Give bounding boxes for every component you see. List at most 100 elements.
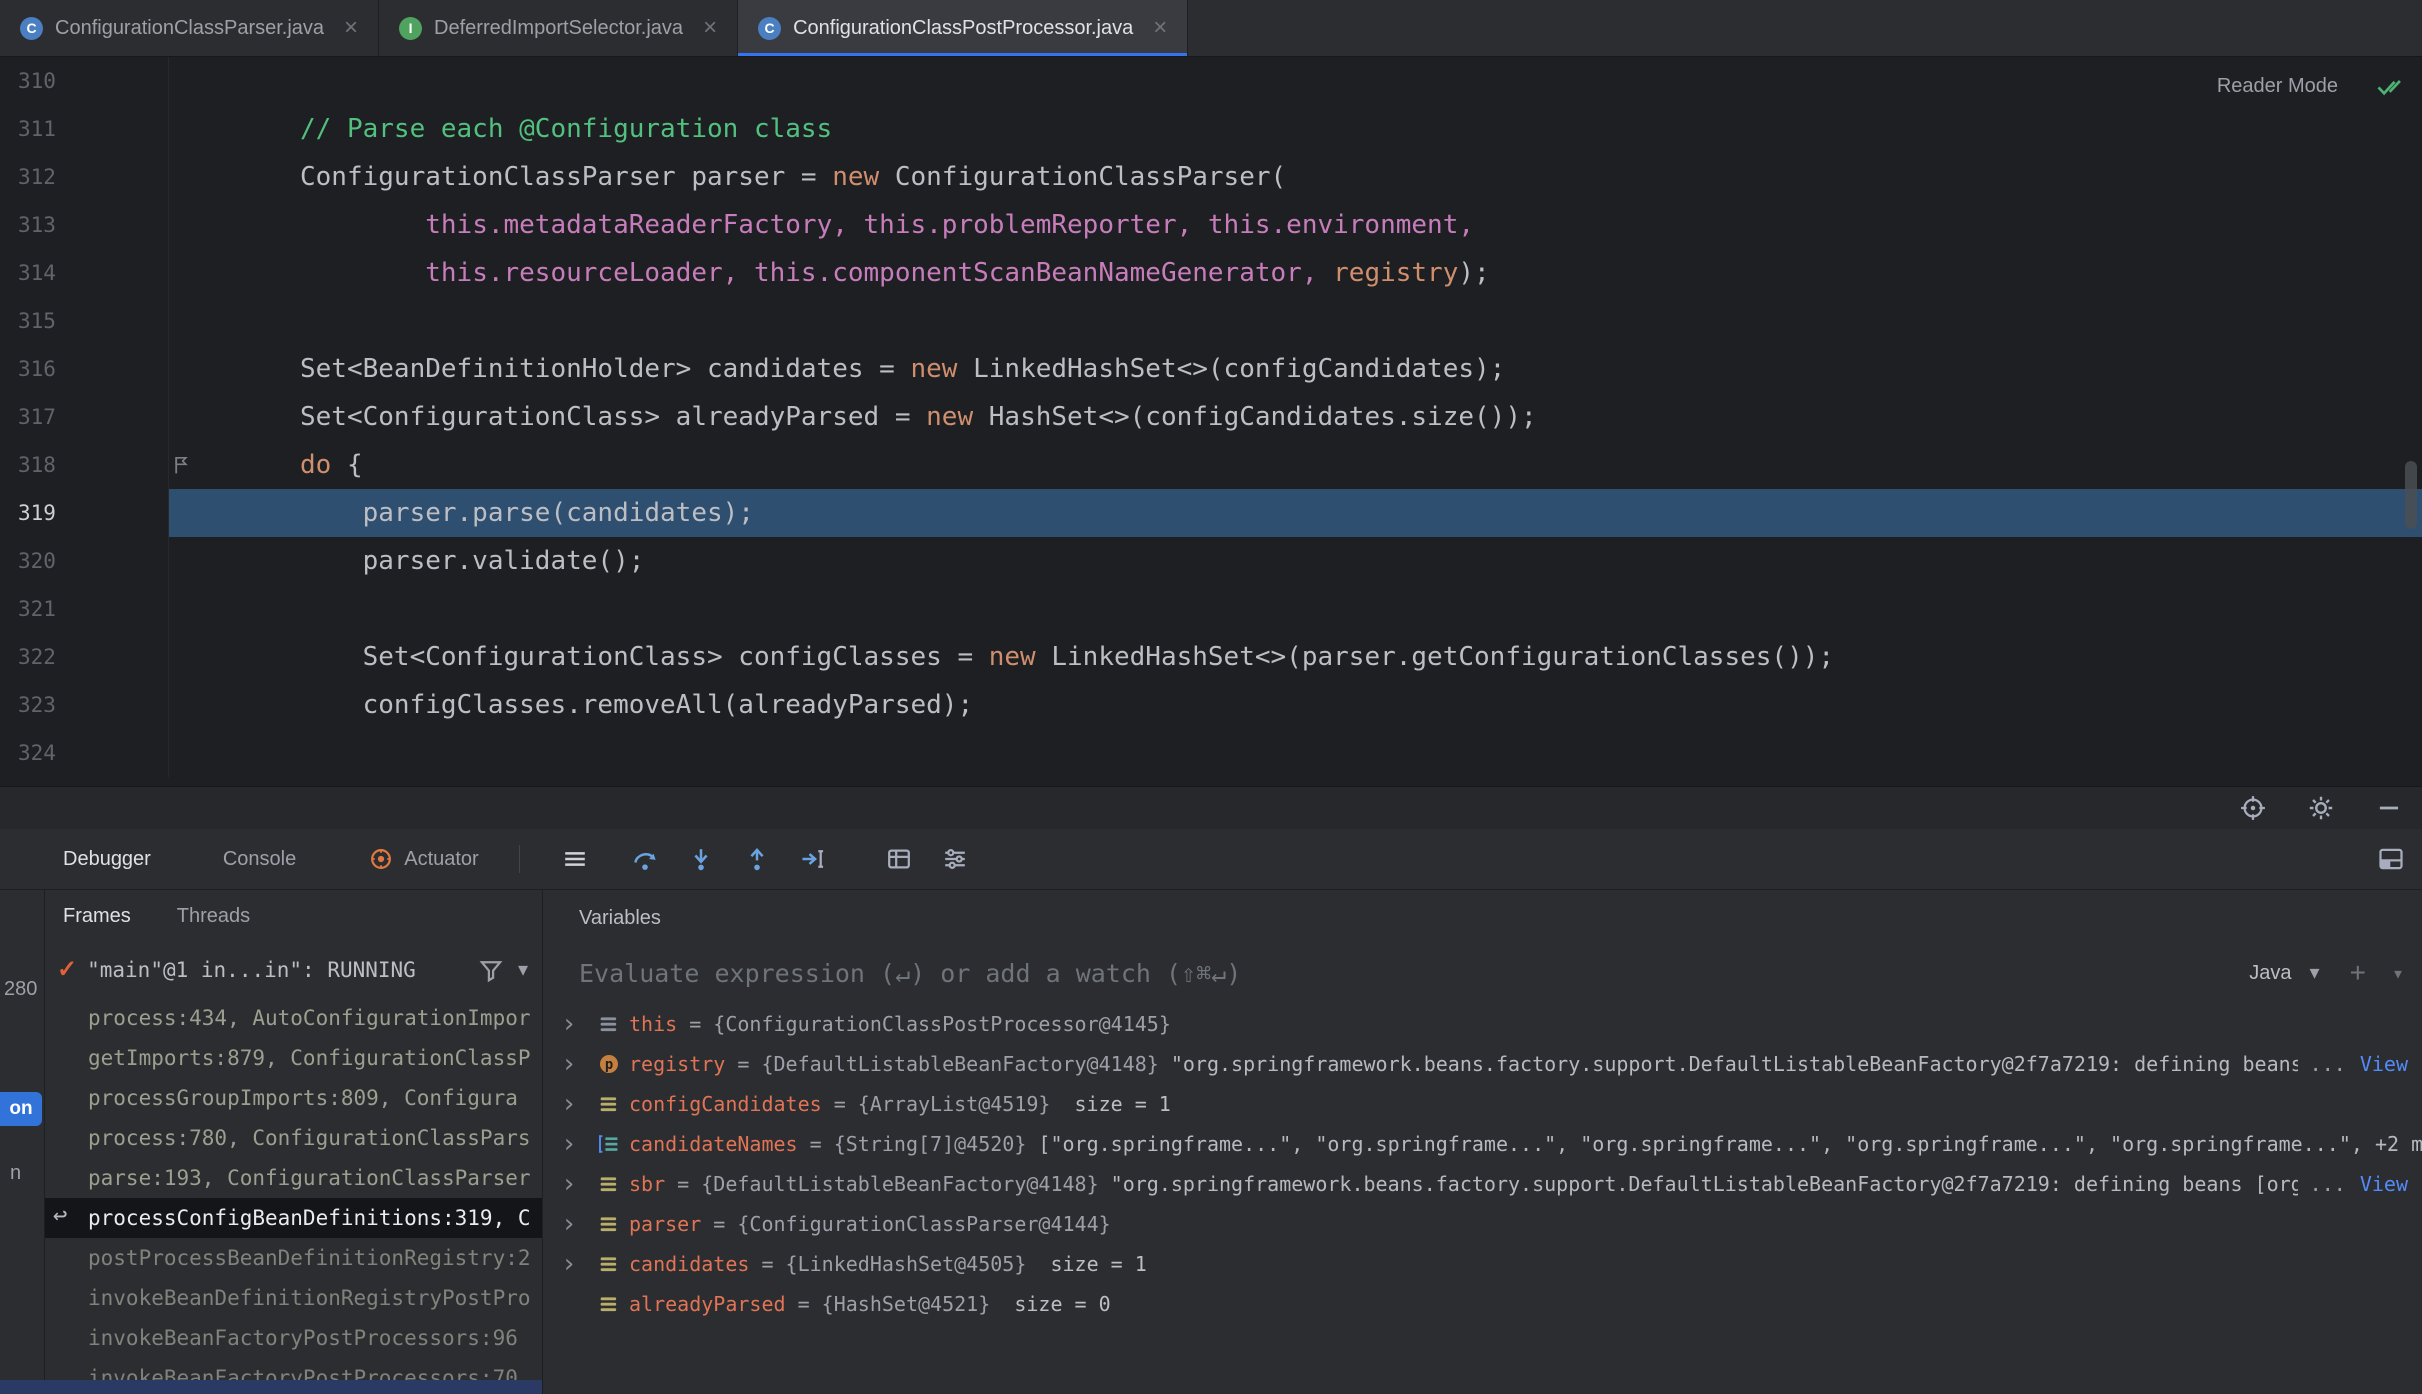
close-icon[interactable]: × <box>344 16 358 40</box>
step-out-icon[interactable] <box>742 844 772 874</box>
code-line[interactable]: 316Set<BeanDefinitionHolder> candidates … <box>0 345 2422 393</box>
view-options-icon[interactable] <box>940 844 970 874</box>
line-number[interactable]: 321 <box>0 585 168 633</box>
frames-scrollbar[interactable] <box>0 1380 542 1394</box>
editor-tab[interactable]: CConfigurationClassPostProcessor.java× <box>738 0 1188 56</box>
chevron-down-icon[interactable]: ▾ <box>518 960 528 980</box>
line-number[interactable]: 314 <box>0 249 168 297</box>
variable-row[interactable]: ›candidates = {LinkedHashSet@4505} size … <box>543 1244 2422 1284</box>
run-to-cursor-icon[interactable] <box>798 844 828 874</box>
variable-row[interactable]: ›parser = {ConfigurationClassParser@4144… <box>543 1204 2422 1244</box>
close-icon[interactable]: × <box>1153 16 1167 40</box>
reader-mode-toggle[interactable]: Reader Mode <box>2217 75 2338 98</box>
code-line[interactable]: 317Set<ConfigurationClass> alreadyParsed… <box>0 393 2422 441</box>
frame-text: parse:193, ConfigurationClassParser <box>88 1166 531 1190</box>
tool-window-tab-actuator[interactable]: Actuator <box>368 846 478 872</box>
step-into-icon[interactable] <box>686 844 716 874</box>
variable-row[interactable]: ›pregistry = {DefaultListableBeanFactory… <box>543 1044 2422 1084</box>
add-watch-icon[interactable]: + <box>2350 959 2366 987</box>
line-number[interactable]: 323 <box>0 681 168 729</box>
variable-row[interactable]: ›this = {ConfigurationClassPostProcessor… <box>543 1004 2422 1044</box>
expand-chevron-icon[interactable]: › <box>561 1051 597 1077</box>
variable-row[interactable]: ›sbr = {DefaultListableBeanFactory@4148}… <box>543 1164 2422 1204</box>
line-number[interactable]: 311 <box>0 105 168 153</box>
variables-header: Variables <box>579 907 661 930</box>
close-icon[interactable]: × <box>703 16 717 40</box>
frame-row[interactable]: parse:193, ConfigurationClassParser <box>45 1158 542 1198</box>
editor[interactable]: 310311// Parse each @Configuration class… <box>0 57 2422 786</box>
line-number[interactable]: 320 <box>0 537 168 585</box>
code-line[interactable]: 320 parser.validate(); <box>0 537 2422 585</box>
expand-chevron-icon[interactable]: › <box>561 1131 597 1157</box>
code-line[interactable]: 321 <box>0 585 2422 633</box>
line-number[interactable]: 315 <box>0 297 168 345</box>
frame-row[interactable]: process:434, AutoConfigurationImpor <box>45 998 542 1038</box>
frame-row[interactable]: ↩processConfigBeanDefinitions:319, C <box>45 1198 542 1238</box>
code-line[interactable]: 313 this.metadataReaderFactory, this.pro… <box>0 201 2422 249</box>
code-line[interactable]: 324 <box>0 729 2422 777</box>
tool-window-tab-debugger[interactable]: Debugger <box>63 848 151 871</box>
more-menu-icon[interactable] <box>560 844 590 874</box>
expand-chevron-icon[interactable]: › <box>561 1251 597 1277</box>
target-icon[interactable] <box>2238 793 2268 823</box>
editor-code-area: 310311// Parse each @Configuration class… <box>0 57 2422 777</box>
tab-threads[interactable]: Threads <box>177 905 250 928</box>
code-line[interactable]: 312ConfigurationClassParser parser = new… <box>0 153 2422 201</box>
frame-row[interactable]: invokeBeanDefinitionRegistryPostPro <box>45 1278 542 1318</box>
frame-row[interactable]: process:780, ConfigurationClassPars <box>45 1118 542 1158</box>
variable-row[interactable]: ›candidateNames = {String[7]@4520} ["org… <box>543 1124 2422 1164</box>
expand-chevron-icon[interactable]: › <box>561 1171 597 1197</box>
tab-frames[interactable]: Frames <box>63 905 131 928</box>
line-number[interactable]: 324 <box>0 729 168 777</box>
variable-row[interactable]: ›alreadyParsed = {HashSet@4521} size = 0 <box>543 1284 2422 1324</box>
frame-row[interactable]: getImports:879, ConfigurationClassP <box>45 1038 542 1078</box>
evaluate-expression-input[interactable]: Evaluate expression (↵) or add a watch (… <box>543 946 2422 1000</box>
table-view-icon[interactable] <box>884 844 914 874</box>
settings-gear-icon[interactable] <box>2306 793 2336 823</box>
filter-funnel-icon[interactable] <box>476 955 506 985</box>
editor-tab[interactable]: CConfigurationClassParser.java× <box>0 0 379 56</box>
thread-selector[interactable]: ✓ "main"@1 in...in": RUNNING ▾ <box>45 942 542 998</box>
code-line[interactable]: 322 Set<ConfigurationClass> configClasse… <box>0 633 2422 681</box>
line-number[interactable]: 310 <box>0 57 168 105</box>
line-number[interactable]: 312 <box>0 153 168 201</box>
expand-chevron-icon[interactable]: › <box>561 1011 597 1037</box>
expand-chevron-icon[interactable]: › <box>561 1211 597 1237</box>
line-number[interactable]: 319 <box>0 489 168 537</box>
tool-window-tab-console[interactable]: Console <box>223 848 296 871</box>
line-number[interactable]: 322 <box>0 633 168 681</box>
code-line[interactable]: 318do { <box>0 441 2422 489</box>
line-number[interactable]: 318 <box>0 441 168 489</box>
view-link[interactable]: View <box>2360 1172 2408 1196</box>
hide-panel-icon[interactable] <box>2374 793 2404 823</box>
step-over-icon[interactable] <box>630 844 660 874</box>
code-text: this.resourceLoader, this.componentScanB… <box>300 258 1490 288</box>
frame-row[interactable]: processGroupImports:809, Configura <box>45 1078 542 1118</box>
chevron-down-icon[interactable]: ▾ <box>2392 963 2404 983</box>
clipped-selection-badge[interactable]: on <box>0 1092 42 1126</box>
line-number[interactable]: 317 <box>0 393 168 441</box>
code-line[interactable]: 315 <box>0 297 2422 345</box>
view-link[interactable]: View <box>2360 1052 2408 1076</box>
variable-row[interactable]: ›configCandidates = {ArrayList@4519} siz… <box>543 1084 2422 1124</box>
code-text: Set<ConfigurationClass> configClasses = … <box>300 642 1834 672</box>
thread-status-text: "main"@1 in...in": RUNNING <box>87 958 416 982</box>
code-line[interactable]: 314 this.resourceLoader, this.componentS… <box>0 249 2422 297</box>
code-line[interactable]: 311// Parse each @Configuration class <box>0 105 2422 153</box>
frame-row[interactable]: postProcessBeanDefinitionRegistry:2 <box>45 1238 542 1278</box>
line-number[interactable]: 313 <box>0 201 168 249</box>
code-line[interactable]: 310 <box>0 57 2422 105</box>
editor-scrollbar-thumb[interactable] <box>2405 461 2417 529</box>
inspections-ok-icon[interactable] <box>2374 71 2404 101</box>
frame-row[interactable]: invokeBeanFactoryPostProcessors:96 <box>45 1318 542 1358</box>
variable-name: candidates <box>629 1252 749 1276</box>
expand-chevron-icon[interactable]: › <box>561 1091 597 1117</box>
language-selector[interactable]: Java ▾ <box>2249 962 2319 985</box>
thread-status-check-icon: ✓ <box>57 958 77 982</box>
code-line[interactable]: 323 configClasses.removeAll(alreadyParse… <box>0 681 2422 729</box>
line-number[interactable]: 316 <box>0 345 168 393</box>
layout-settings-icon[interactable] <box>2376 844 2406 874</box>
frame-text: process:434, AutoConfigurationImpor <box>88 1006 531 1030</box>
code-line[interactable]: 319 parser.parse(candidates); <box>0 489 2422 537</box>
editor-tab[interactable]: IDeferredImportSelector.java× <box>379 0 738 56</box>
